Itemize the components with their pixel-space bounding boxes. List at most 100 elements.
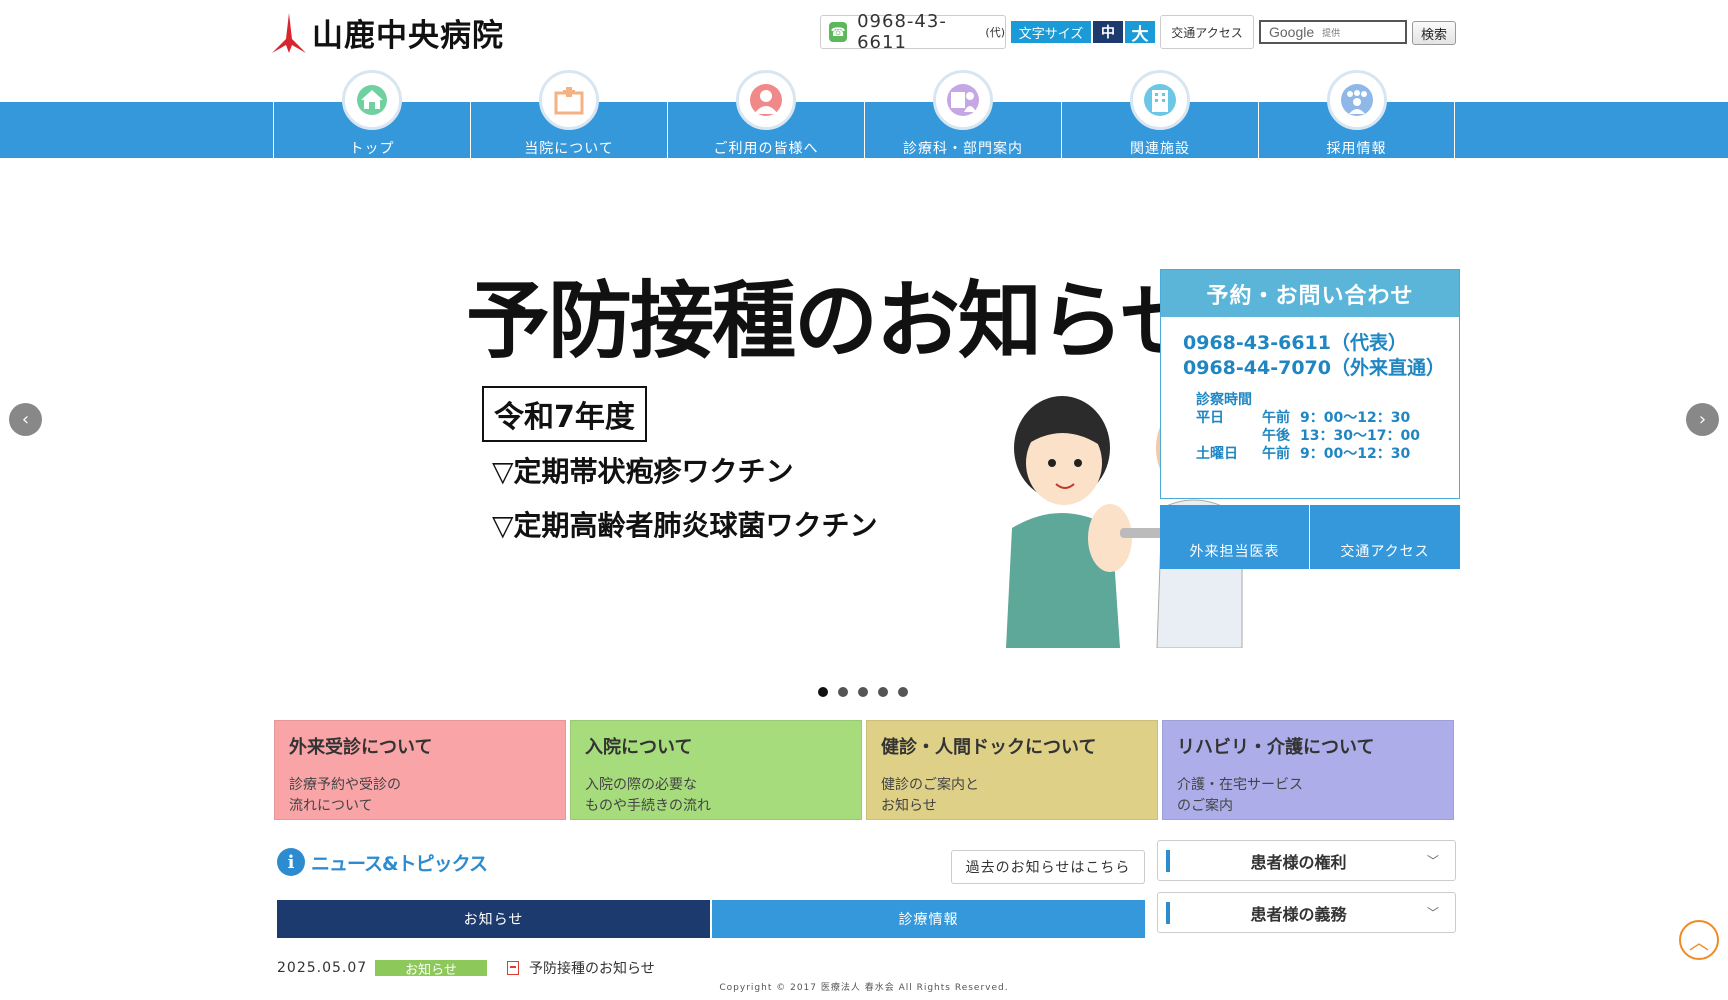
card-title: リハビリ・介護について	[1177, 737, 1375, 758]
nav-item-departments[interactable]: 診療科・部門案内	[864, 70, 1061, 158]
hours-period: 午前	[1262, 410, 1290, 426]
card-checkup[interactable]: 健診・人間ドックについて 健診のご案内と お知らせ	[866, 720, 1158, 820]
nav-item-visitors[interactable]: ご利用の皆様へ	[667, 70, 864, 158]
card-desc-line: 流れについて	[289, 798, 373, 814]
card-desc-line: お知らせ	[881, 798, 937, 814]
hero-title: 予防接種のお知らせ	[466, 272, 1204, 370]
font-size-label: 文字サイズ	[1011, 21, 1091, 43]
hours-time: 9：00〜12：30	[1300, 410, 1411, 426]
hours-row: 土曜日 午前 9：00〜12：30	[1196, 445, 1459, 463]
search-input[interactable]: Google 提供	[1259, 20, 1407, 44]
info-icon: i	[277, 848, 305, 876]
group-icon	[1327, 70, 1387, 130]
patient-rights-accordion[interactable]: 患者様の権利 ﹀	[1157, 840, 1456, 881]
nav-label: 関連施設	[1130, 141, 1190, 157]
news-title: ニュース&トピックス	[311, 852, 488, 875]
access-button[interactable]: 交通アクセス	[1310, 505, 1460, 569]
home-icon	[342, 70, 402, 130]
phone-number: 0968-43-6611	[857, 11, 947, 53]
card-title: 健診・人間ドックについて	[881, 737, 1097, 758]
card-desc-line: 診療予約や受診の	[289, 777, 401, 793]
accordion-label: 患者様の義務	[1250, 904, 1347, 924]
global-nav: トップ 当院について ご利用の皆様へ 診療科・部門案内 関連施設 採用情報	[273, 70, 1456, 158]
phone-number-box[interactable]: ☎ 0968-43-6611 (代)	[820, 11, 1006, 53]
nav-item-facilities[interactable]: 関連施設	[1061, 70, 1258, 158]
slider-prev-arrow-icon[interactable]: ‹	[9, 403, 42, 436]
card-inpatient[interactable]: 入院について 入院の際の必要な ものや手続きの流れ	[570, 720, 862, 820]
hero-line: ▽定期帯状疱疹ワクチン	[492, 455, 794, 488]
card-title: 外来受診について	[289, 737, 433, 758]
category-cards: 外来受診について 診療予約や受診の 流れについて 入院について 入院の際の必要な…	[274, 720, 1454, 820]
hours-time: 9：00〜12：30	[1300, 446, 1411, 462]
card-desc: 入院の際の必要な ものや手続きの流れ	[585, 775, 847, 817]
copyright: Copyright © 2017 医療法人 春水会 All Rights Res…	[719, 983, 1009, 993]
news-item-title[interactable]: 予防接種のお知らせ	[529, 958, 655, 978]
card-outpatient[interactable]: 外来受診について 診療予約や受診の 流れについて	[274, 720, 566, 820]
hours-day: 土曜日	[1196, 446, 1238, 462]
hours-row: 平日 午前 9：00〜12：30	[1196, 409, 1459, 427]
nav-label: 当院について	[524, 141, 614, 157]
logo-text: 山鹿中央病院	[312, 18, 504, 54]
hours-period: 午後	[1262, 428, 1290, 444]
accordion-label: 患者様の権利	[1250, 852, 1347, 872]
nav-label: トップ	[349, 141, 395, 157]
card-desc: 診療予約や受診の 流れについて	[289, 775, 551, 817]
tab-notice[interactable]: お知らせ	[277, 900, 710, 938]
hero-year: 令和7年度	[482, 386, 647, 442]
contact-box: 予約・お問い合わせ 0968-43-6611（代表） 0968-44-7070（…	[1160, 269, 1460, 499]
header-access-button[interactable]: 交通アクセス	[1160, 15, 1254, 49]
hours-row: 午後 13：30〜17：00	[1196, 427, 1459, 445]
card-desc-line: ものや手続きの流れ	[585, 798, 711, 814]
font-size-large-button[interactable]: 大	[1125, 21, 1155, 45]
page-top-button[interactable]: ︿	[1679, 920, 1719, 960]
slider-dot[interactable]	[858, 687, 868, 697]
nav-label: ご利用の皆様へ	[713, 141, 819, 157]
slider-dot[interactable]	[838, 687, 848, 697]
hours-time: 13：30〜17：00	[1300, 428, 1420, 444]
tab-medical-info[interactable]: 診療情報	[712, 900, 1145, 938]
slider-dot[interactable]	[878, 687, 888, 697]
phone-suffix: (代)	[985, 26, 1005, 39]
news-item[interactable]: 2025.05.07 お知らせ 予防接種のお知らせ	[277, 958, 655, 978]
building-icon	[1130, 70, 1190, 130]
card-title: 入院について	[585, 737, 693, 758]
hours-day	[1196, 427, 1262, 445]
contact-phones: 0968-43-6611（代表） 0968-44-7070（外来直通）	[1161, 317, 1459, 381]
news-date: 2025.05.07	[277, 960, 368, 976]
hours-period: 午前	[1262, 446, 1290, 462]
nav-item-about[interactable]: 当院について	[470, 70, 667, 158]
contact-phone-outpatient[interactable]: 0968-44-7070（外来直通）	[1183, 356, 1459, 381]
search-provided-label: 提供	[1322, 27, 1341, 38]
contact-heading: 予約・お問い合わせ	[1161, 270, 1459, 317]
news-category-badge: お知らせ	[375, 960, 487, 978]
past-news-button[interactable]: 過去のお知らせはこちら	[951, 850, 1145, 884]
site-logo[interactable]: 山鹿中央病院	[272, 10, 504, 55]
slider-next-arrow-icon[interactable]: ›	[1686, 403, 1719, 436]
slider-dot[interactable]	[818, 687, 828, 697]
card-desc: 健診のご案内と お知らせ	[881, 775, 1143, 817]
card-desc-line: 健診のご案内と	[881, 777, 979, 793]
doctor-schedule-button[interactable]: 外来担当医表	[1160, 505, 1309, 569]
card-rehab[interactable]: リハビリ・介護について 介護・在宅サービス のご案内	[1162, 720, 1454, 820]
nav-item-top[interactable]: トップ	[273, 70, 470, 158]
hospital-icon	[539, 70, 599, 130]
search-placeholder: Google	[1269, 24, 1315, 40]
font-size-medium-button[interactable]: 中	[1093, 21, 1123, 43]
nav-label: 採用情報	[1326, 141, 1387, 157]
nav-item-recruit[interactable]: 採用情報	[1258, 70, 1455, 158]
slider-dot[interactable]	[898, 687, 908, 697]
patient-duties-accordion[interactable]: 患者様の義務 ﹀	[1157, 892, 1456, 933]
logo-mark-icon	[272, 12, 306, 53]
hero-line: ▽定期高齢者肺炎球菌ワクチン	[492, 509, 878, 542]
card-desc: 介護・在宅サービス のご案内	[1177, 775, 1439, 817]
chevron-down-icon: ﹀	[1427, 906, 1440, 920]
chevron-down-icon: ﹀	[1427, 854, 1440, 868]
hours-day: 平日	[1196, 410, 1224, 426]
search-button[interactable]: 検索	[1412, 21, 1456, 45]
card-desc-line: のご案内	[1177, 798, 1233, 814]
contact-phone-main[interactable]: 0968-43-6611（代表）	[1183, 331, 1459, 356]
contact-hours: 診察時間 平日 午前 9：00〜12：30 午後 13：30〜17：00 土曜日…	[1161, 381, 1459, 463]
hours-title: 診察時間	[1196, 392, 1252, 408]
chevron-up-icon: ︿	[1689, 929, 1709, 954]
card-desc-line: 介護・在宅サービス	[1177, 777, 1303, 793]
